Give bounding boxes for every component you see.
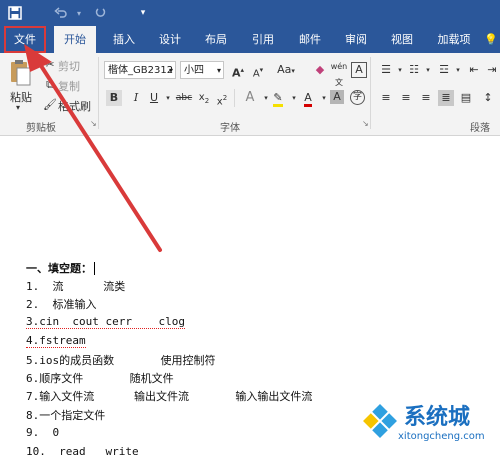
watermark: 系统城 xitongcheng.com (360, 395, 500, 452)
watermark-brand: 系统城 (404, 405, 471, 430)
watermark-url: xitongcheng.com (398, 431, 485, 442)
windows-logo-icon (363, 404, 397, 438)
annotation-arrow (24, 44, 162, 252)
